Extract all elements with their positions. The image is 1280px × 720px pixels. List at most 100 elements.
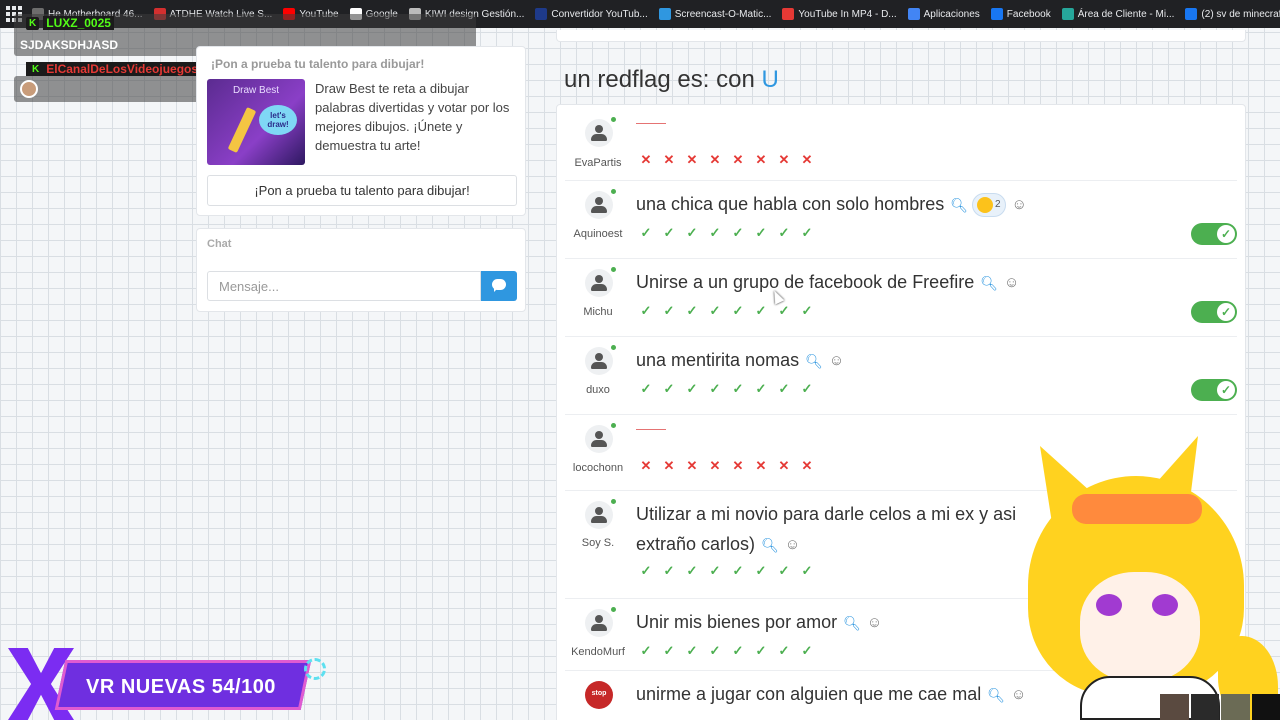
bookmark-item[interactable]: Facebook <box>990 8 1051 20</box>
vtuber-avatar <box>1018 436 1280 720</box>
vote-marks: ✕ ✕ ✕ ✕ ✕ ✕ ✕ ✕ <box>639 152 814 168</box>
bookmark-item[interactable]: (2) sv de minecraft... <box>1185 8 1280 20</box>
search-icon[interactable]: 🔍︎ <box>987 680 1005 710</box>
add-reaction-icon[interactable]: ☺︎ <box>785 530 800 560</box>
cross-mark-icon: ✕ <box>686 458 698 473</box>
cross-mark-icon: ✕ <box>686 152 698 167</box>
check-mark-icon: ✓ <box>709 303 721 318</box>
stop-avatar-icon: stop <box>585 681 613 709</box>
approve-toggle[interactable]: ✓ <box>1191 301 1237 323</box>
eye-left <box>1096 594 1122 616</box>
user-avatar-icon <box>585 423 616 453</box>
check-mark-icon: ✓ <box>640 643 652 658</box>
cross-mark-icon: ✕ <box>778 152 790 167</box>
overlay-avatar <box>20 80 38 98</box>
answer-row: EvaPartis ✕ ✕ ✕ ✕ ✕ ✕ ✕ ✕ <box>565 109 1237 181</box>
bookmark-label: (2) sv de minecraft... <box>1201 8 1280 20</box>
overlay-message: SJDAKSDHJASD <box>20 38 119 52</box>
check-mark-icon: ✓ <box>640 303 652 318</box>
check-mark-icon: ✓ <box>686 563 698 578</box>
answer-text: una mentirita nomas 🔍︎ ☺︎ <box>636 345 844 376</box>
answer-text: una chica que habla con solo hombres 🔍︎ 2 ☺… <box>636 189 1027 220</box>
check-mark-icon: ✓ <box>755 225 767 240</box>
online-indicator <box>611 189 616 194</box>
bookmark-favicon-icon <box>658 8 671 20</box>
check-mark-icon: ✓ <box>709 225 721 240</box>
pencil-icon <box>227 107 257 153</box>
online-indicator <box>611 607 616 612</box>
online-indicator <box>611 117 616 122</box>
search-icon[interactable]: 🔍︎ <box>980 268 998 298</box>
check-mark-icon: ✓ <box>686 225 698 240</box>
answer-text-content: unirme a jugar con alguien que me cae ma… <box>636 684 982 704</box>
answer-row: duxo una mentirita nomas 🔍︎ ☺︎ ✓ ✓ ✓ ✓ ✓ ✓ ✓ ✓ ✓ <box>565 337 1237 415</box>
answer-row: Michu Unirse a un grupo de facebook de Fr… <box>565 259 1237 337</box>
answer-text-content: una chica que habla con solo hombres <box>636 194 945 214</box>
chat-panel: Chat <box>196 228 526 312</box>
add-reaction-icon[interactable]: ☺︎ <box>1004 268 1019 298</box>
bookmark-favicon-icon <box>907 8 920 20</box>
kick-badge-icon: K <box>26 16 40 30</box>
check-mark-icon: ✓ <box>663 563 675 578</box>
cross-mark-icon: ✕ <box>640 458 652 473</box>
bookmark-favicon-icon <box>535 8 548 20</box>
check-mark-icon: ✓ <box>709 563 721 578</box>
vote-marks: ✕ ✕ ✕ ✕ ✕ ✕ ✕ ✕ <box>639 458 814 474</box>
face <box>1080 572 1200 682</box>
bookmark-favicon-icon <box>1185 8 1198 20</box>
check-mark-icon: ✓ <box>778 303 790 318</box>
vote-marks: ✓ ✓ ✓ ✓ ✓ ✓ ✓ ✓ <box>639 643 814 659</box>
search-icon[interactable]: 🔍︎ <box>843 608 861 638</box>
user-avatar-icon <box>585 117 616 147</box>
answer-text: unirme a jugar con alguien que me cae ma… <box>636 679 1026 710</box>
stream-banner: VR NUEVAS 54/100 <box>8 648 328 720</box>
bookmark-item[interactable]: Área de Cliente - Mi... <box>1061 8 1175 20</box>
check-icon: ✓ <box>1217 303 1235 321</box>
answer-username: KendoMurf <box>571 646 625 658</box>
approve-toggle[interactable]: ✓ <box>1191 379 1237 401</box>
check-mark-icon: ✓ <box>732 643 744 658</box>
bookmark-item[interactable]: YouTube In MP4 - D... <box>782 8 897 20</box>
check-mark-icon: ✓ <box>686 303 698 318</box>
search-icon[interactable]: 🔍︎ <box>761 530 779 560</box>
answer-row: Aquinoest una chica que habla con solo ho… <box>565 181 1237 259</box>
answer-text-line: extraño carlos) <box>636 534 756 554</box>
add-reaction-icon[interactable]: ☺︎ <box>1012 190 1027 220</box>
cross-mark-icon: ✕ <box>778 458 790 473</box>
check-mark-icon: ✓ <box>732 303 744 318</box>
try-draw-best-button[interactable]: ¡Pon a prueba tu talento para dibujar! <box>207 175 517 206</box>
check-mark-icon: ✓ <box>640 563 652 578</box>
approve-toggle[interactable]: ✓ <box>1191 223 1237 245</box>
reaction-badge[interactable]: 2 <box>972 193 1006 218</box>
bookmark-item[interactable]: Screencast-O-Matic... <box>658 8 771 20</box>
chat-message-input[interactable] <box>207 271 481 301</box>
add-reaction-icon[interactable]: ☺︎ <box>867 608 882 638</box>
answer-text: Unir mis bienes por amor 🔍︎ ☺︎ <box>636 607 882 638</box>
cross-mark-icon: ✕ <box>732 152 744 167</box>
promo-card: ¡Pon a prueba tu talento para dibujar! D… <box>196 46 526 216</box>
bookmark-item[interactable]: Aplicaciones <box>907 8 980 20</box>
bookmark-favicon-icon <box>782 8 795 20</box>
check-mark-icon: ✓ <box>686 643 698 658</box>
cross-mark-icon: ✕ <box>801 152 813 167</box>
check-mark-icon: ✓ <box>755 643 767 658</box>
promo-description: Draw Best te reta a dibujar palabras div… <box>315 81 510 153</box>
send-message-button[interactable] <box>481 271 517 301</box>
add-reaction-icon[interactable]: ☺︎ <box>829 346 844 376</box>
draw-best-image[interactable]: Draw Best let's draw! <box>207 79 305 165</box>
check-mark-icon: ✓ <box>663 303 675 318</box>
check-icon: ✓ <box>1217 381 1235 399</box>
cross-mark-icon: ✕ <box>640 152 652 167</box>
check-mark-icon: ✓ <box>801 303 813 318</box>
search-icon[interactable]: 🔍︎ <box>950 190 968 220</box>
bookmark-item[interactable]: Convertidor YouTub... <box>535 8 648 20</box>
cross-mark-icon: ✕ <box>709 458 721 473</box>
check-mark-icon: ✓ <box>686 381 698 396</box>
overlay-username: LUXZ_0025 <box>43 16 114 30</box>
webcam-thumbnails <box>1160 694 1280 720</box>
empty-answer-dash <box>636 429 666 430</box>
search-icon[interactable]: 🔍︎ <box>805 346 823 376</box>
check-mark-icon: ✓ <box>801 643 813 658</box>
bookmark-label: Área de Cliente - Mi... <box>1077 8 1175 20</box>
user-avatar-icon <box>585 267 616 297</box>
